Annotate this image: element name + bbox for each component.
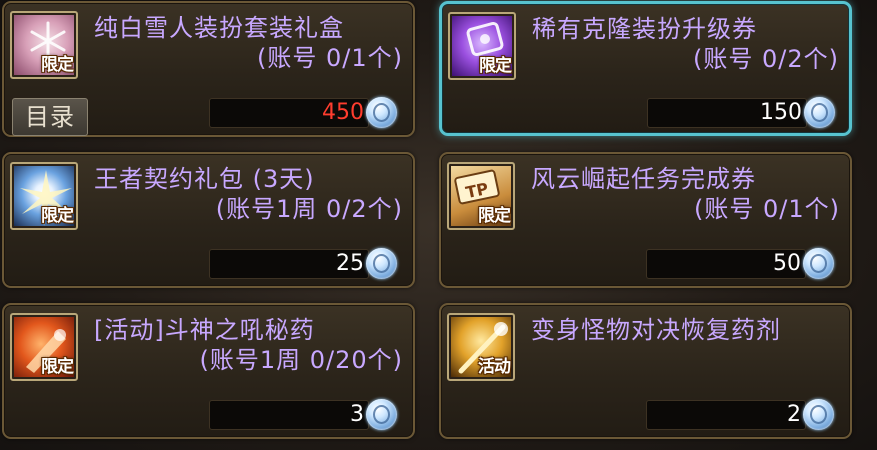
potion-icon: 限定	[10, 313, 78, 381]
shop-item-card[interactable]: 限定 纯白雪人装扮套装礼盒 (账号 0/1个) 目录 450	[2, 1, 415, 137]
item-name: 风云崛起任务完成券	[531, 165, 756, 193]
item-title: 王者契约礼包 (3天) (账号1周 0/2个)	[94, 164, 403, 224]
coin-icon	[366, 248, 397, 279]
shop-item-card-selected[interactable]: 限定 稀有克隆装扮升级券 (账号 0/2个) 150	[439, 1, 852, 136]
item-title: 纯白雪人装扮套装礼盒 (账号 0/1个)	[94, 13, 403, 73]
item-quota: (账号 0/1个)	[694, 195, 840, 223]
item-price: 2	[646, 400, 806, 430]
item-name: 王者契约礼包 (3天)	[94, 165, 315, 193]
coin-icon	[366, 97, 397, 128]
contract-burst-icon: 限定	[10, 162, 78, 230]
tp-ticket-icon: TP 限定	[447, 162, 515, 230]
item-quota: (账号1周 0/2个)	[215, 195, 403, 223]
limited-badge: 限定	[41, 357, 74, 377]
shop-item-card[interactable]: 限定 [活动]斗神之吼秘药 (账号1周 0/20个) 3	[2, 303, 415, 439]
event-badge: 活动	[478, 357, 511, 377]
golden-staff-icon: 活动	[447, 313, 515, 381]
item-title: 变身怪物对决恢复药剂	[531, 315, 840, 345]
coin-icon	[366, 399, 397, 430]
item-price: 50	[646, 249, 806, 279]
item-name: 稀有克隆装扮升级券	[532, 15, 757, 43]
item-title: 稀有克隆装扮升级券 (账号 0/2个)	[532, 14, 839, 74]
limited-badge: 限定	[479, 56, 512, 76]
item-price: 450	[209, 98, 369, 128]
limited-badge: 限定	[478, 206, 511, 226]
snowflake-gift-icon: 限定	[10, 11, 78, 79]
coin-icon	[804, 97, 835, 128]
item-name: 纯白雪人装扮套装礼盒	[94, 14, 344, 42]
shop-item-card[interactable]: 限定 王者契约礼包 (3天) (账号1周 0/2个) 25	[2, 152, 415, 288]
limited-badge: 限定	[41, 55, 74, 75]
limited-badge: 限定	[41, 206, 74, 226]
clone-ticket-icon: 限定	[448, 12, 516, 80]
shop-item-card[interactable]: TP 限定 风云崛起任务完成券 (账号 0/1个) 50	[439, 152, 852, 288]
catalog-button[interactable]: 目录	[12, 98, 88, 136]
item-title: 风云崛起任务完成券 (账号 0/1个)	[531, 164, 840, 224]
item-title: [活动]斗神之吼秘药 (账号1周 0/20个)	[94, 315, 403, 375]
coin-icon	[803, 399, 834, 430]
shop-item-card[interactable]: 活动 变身怪物对决恢复药剂 2	[439, 303, 852, 439]
item-price: 150	[647, 98, 807, 128]
item-quota: (账号 0/2个)	[693, 45, 839, 73]
item-name: 变身怪物对决恢复药剂	[531, 316, 781, 344]
item-price: 25	[209, 249, 369, 279]
coin-icon	[803, 248, 834, 279]
item-price: 3	[209, 400, 369, 430]
item-quota: (账号 0/1个)	[257, 44, 403, 72]
item-quota: (账号1周 0/20个)	[199, 346, 403, 374]
item-name: [活动]斗神之吼秘药	[94, 316, 315, 344]
